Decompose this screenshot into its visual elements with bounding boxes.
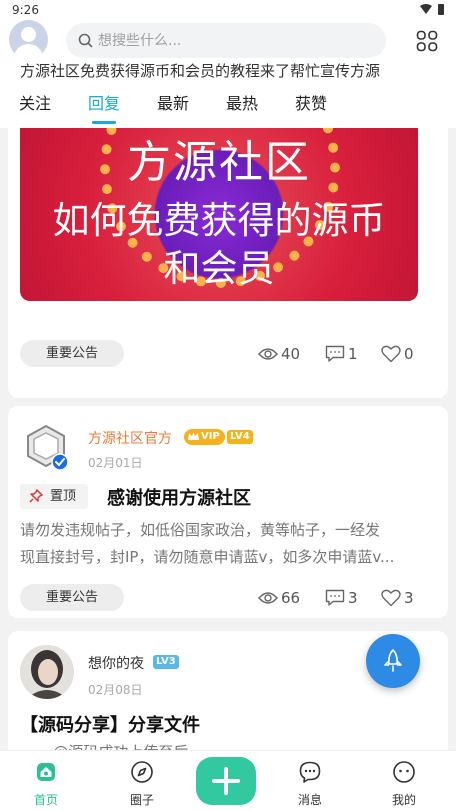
compass-icon — [131, 761, 153, 783]
tab-latest[interactable]: 最新 — [157, 90, 189, 114]
official-avatar[interactable] — [22, 422, 70, 471]
nav-profile[interactable]: 我的 — [374, 751, 434, 811]
tab-indicator — [92, 121, 116, 124]
comment-count[interactable]: 1 — [325, 344, 358, 364]
post-author[interactable]: 方源社区官方 — [88, 428, 172, 448]
tab-follow[interactable]: 关注 — [19, 90, 51, 114]
home-icon — [37, 763, 55, 781]
view-count: 40 — [258, 344, 300, 364]
tab-reply[interactable]: 回复 — [88, 90, 120, 114]
post-date: 02月01日 — [88, 456, 143, 470]
top-header: 方源社区免费获得源币和会员的教程来了帮忙宣传方源 关注 回复 最新 最热 获赞 — [0, 20, 456, 128]
crown-icon — [188, 432, 199, 440]
comment-icon — [325, 345, 345, 362]
pin-icon — [29, 489, 43, 503]
post-tag[interactable]: 重要公告 — [20, 584, 124, 611]
nav-home[interactable]: 首页 — [16, 751, 76, 811]
heart-icon — [381, 345, 401, 363]
pinned-tag: 置顶 — [20, 484, 88, 509]
grid-menu-icon[interactable] — [416, 30, 438, 52]
tab-liked[interactable]: 获赞 — [295, 90, 327, 114]
rocket-icon — [384, 649, 402, 672]
nav-messages[interactable]: 消息 — [280, 751, 340, 811]
tab-hottest[interactable]: 最热 — [226, 90, 258, 114]
post-body[interactable]: ...... @源码成功上传至后... — [20, 739, 440, 750]
banner-line-3: 和会员 — [163, 247, 275, 290]
feed-tabs: 关注 回复 最新 最热 获赞 — [0, 86, 456, 126]
banner-line-2: 如何免费获得的源币 — [52, 199, 386, 242]
eye-icon — [258, 348, 278, 360]
post-card[interactable]: 方源社区官方 VIP LV4 02月01日 置顶 感谢使用方源社区 请勿发违规帖… — [8, 406, 448, 618]
eye-icon — [258, 592, 278, 604]
post-author[interactable]: 想你的夜 — [88, 653, 144, 673]
view-count: 66 — [258, 588, 300, 608]
author-avatar[interactable] — [20, 645, 74, 699]
nav-circle[interactable]: 圈子 — [112, 751, 172, 811]
like-count[interactable]: 3 — [381, 588, 414, 608]
comment-count[interactable]: 3 — [325, 588, 358, 608]
post-banner-image[interactable]: 方源社区 如何免费获得的源币 和会员 — [20, 128, 418, 301]
post-tag[interactable]: 重要公告 — [20, 340, 124, 367]
search-input[interactable] — [98, 23, 368, 58]
like-count[interactable]: 0 — [381, 344, 414, 364]
vip-badge: VIP — [184, 429, 225, 445]
bottom-navigation: 首页 圈子 消息 我的 — [0, 750, 456, 811]
search-bar[interactable] — [66, 23, 386, 58]
post-body[interactable]: 请勿发违规帖子，如低俗国家政治，黄等帖子，一经发 现直接封号，封IP，请勿随意申… — [20, 517, 440, 571]
search-icon — [78, 33, 93, 48]
post-title[interactable]: 【源码分享】分享文件 — [20, 711, 200, 737]
post-title[interactable]: 感谢使用方源社区 — [107, 484, 251, 510]
post-card[interactable]: 方源社区 如何免费获得的源币 和会员 重要公告 40 1 0 — [8, 128, 448, 398]
user-avatar[interactable] — [9, 20, 48, 59]
plus-icon — [212, 767, 240, 795]
level-badge: LV3 — [153, 655, 179, 669]
status-bar: 9:26 — [0, 0, 456, 20]
heart-icon — [381, 589, 401, 607]
create-post-button[interactable] — [196, 757, 256, 805]
profile-icon — [393, 761, 415, 783]
comment-icon — [325, 589, 345, 606]
battery-icon — [438, 4, 444, 15]
post-date: 02月08日 — [88, 683, 143, 697]
level-badge: LV4 — [227, 430, 253, 444]
status-time: 9:26 — [12, 3, 39, 17]
avatar-photo-icon — [20, 645, 74, 699]
cube-logo-icon — [27, 424, 69, 471]
announcement-marquee[interactable]: 方源社区免费获得源币和会员的教程来了帮忙宣传方源 — [20, 60, 450, 82]
message-icon — [299, 761, 321, 783]
scroll-top-button[interactable] — [366, 634, 420, 688]
wifi-icon — [420, 4, 432, 14]
banner-line-1: 方源社区 — [127, 137, 311, 188]
